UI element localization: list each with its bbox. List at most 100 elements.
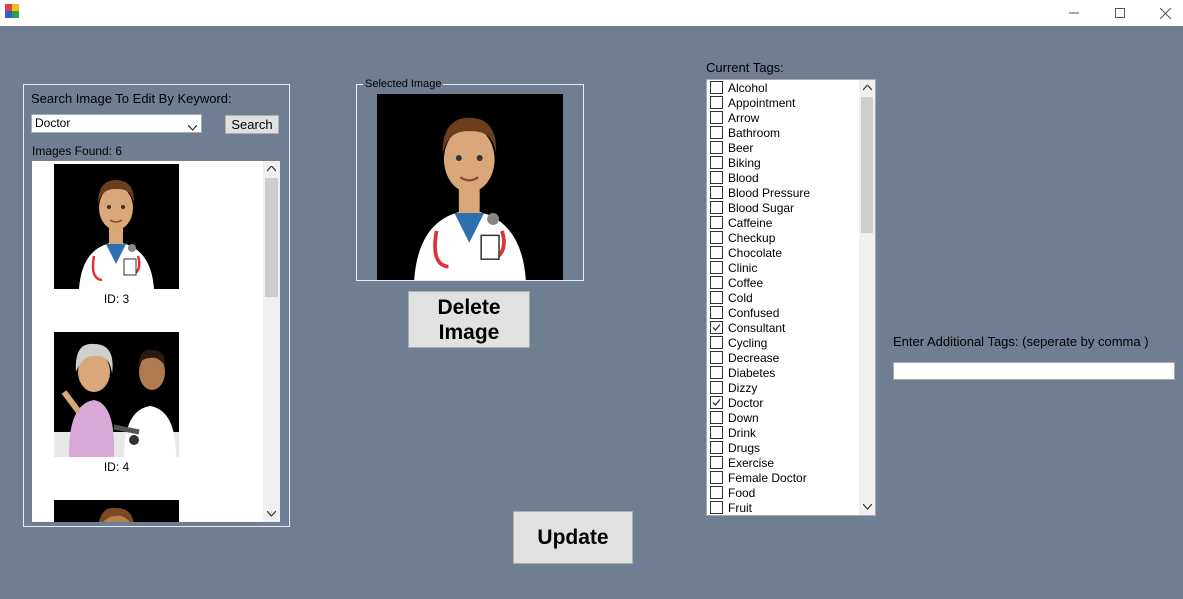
tag-label: Fruit (728, 500, 752, 515)
tag-item[interactable]: Clinic (710, 260, 757, 275)
image-results-list[interactable]: ID: 3 ID: 4 (32, 161, 280, 522)
checkbox[interactable] (710, 306, 723, 319)
keyword-dropdown[interactable]: Doctor (31, 114, 202, 133)
checkbox[interactable] (710, 456, 723, 469)
results-scrollbar[interactable] (263, 161, 280, 522)
scroll-down-icon[interactable] (263, 506, 280, 522)
result-item-3[interactable]: ID: 3 (54, 164, 179, 306)
checkbox[interactable] (710, 291, 723, 304)
minimize-icon[interactable] (1051, 0, 1097, 26)
checkbox[interactable] (710, 231, 723, 244)
result-item-partial[interactable] (54, 500, 179, 522)
tag-label: Clinic (728, 260, 758, 275)
checkbox[interactable] (710, 96, 723, 109)
checkbox[interactable] (710, 111, 723, 124)
doctor-checking-blood-pressure-image[interactable] (54, 332, 179, 457)
tag-label: Checkup (728, 230, 776, 245)
tag-item[interactable]: Decrease (710, 350, 779, 365)
scrollbar-thumb[interactable] (861, 97, 873, 233)
tags-checklist[interactable]: Fruit Food Female Doctor Exercise Drugs Drink… (706, 79, 876, 516)
checkbox[interactable] (710, 141, 723, 154)
tags-scrollbar[interactable] (859, 80, 875, 515)
tag-label: Drink (728, 425, 757, 440)
checkbox[interactable] (710, 201, 723, 214)
tag-label: Beer (728, 140, 754, 155)
delete-image-button[interactable]: Delete Image (408, 291, 530, 348)
tag-label: Decrease (728, 350, 780, 365)
checkbox[interactable] (710, 366, 723, 379)
tag-label: Arrow (728, 110, 760, 125)
scroll-down-icon[interactable] (859, 499, 875, 515)
additional-tags-input[interactable] (893, 362, 1175, 380)
tag-label: Down (728, 410, 759, 425)
checkbox[interactable] (710, 441, 723, 454)
tag-label: Cold (728, 290, 753, 305)
tag-label: Blood Pressure (728, 185, 811, 200)
tag-item[interactable]: Doctor (710, 395, 763, 410)
checkbox[interactable] (710, 276, 723, 289)
tag-item[interactable]: Drink (710, 425, 756, 440)
tag-item[interactable]: Appointment (710, 95, 795, 110)
tag-item[interactable]: Dizzy (710, 380, 757, 395)
tag-item[interactable]: Blood Sugar (710, 200, 794, 215)
checkbox[interactable] (710, 336, 723, 349)
tag-item[interactable]: Arrow (710, 110, 759, 125)
maximize-icon[interactable] (1097, 0, 1143, 26)
checkbox[interactable] (710, 186, 723, 199)
tag-item[interactable]: Coffee (710, 275, 763, 290)
tag-item[interactable]: Blood (710, 170, 759, 185)
chevron-down-icon[interactable] (187, 119, 198, 136)
tag-item[interactable]: Consultant (710, 320, 785, 335)
tag-item[interactable]: Female Doctor (710, 470, 807, 485)
tag-item[interactable]: Food (710, 485, 755, 500)
search-label: Search Image To Edit By Keyword: (31, 91, 232, 106)
tag-item[interactable]: Beer (710, 140, 753, 155)
tag-item[interactable]: Down (710, 410, 759, 425)
tag-item[interactable]: Cold (710, 290, 753, 305)
partial-portrait-image[interactable] (54, 500, 179, 522)
tag-item[interactable]: Diabetes (710, 365, 775, 380)
scroll-up-icon[interactable] (859, 80, 875, 96)
checkbox[interactable] (710, 486, 723, 499)
doctor-portrait-image[interactable] (54, 164, 179, 289)
checkbox[interactable] (710, 156, 723, 169)
checkbox[interactable] (710, 126, 723, 139)
tag-item[interactable]: Bathroom (710, 125, 780, 140)
tag-item[interactable]: Caffeine (710, 215, 772, 230)
checkmark-icon (712, 399, 721, 406)
tag-item[interactable]: Cycling (710, 335, 767, 350)
checkbox[interactable] (710, 411, 723, 424)
checkbox[interactable] (710, 351, 723, 364)
tag-item[interactable]: Checkup (710, 230, 775, 245)
tag-item[interactable]: Confused (710, 305, 779, 320)
checkbox[interactable] (710, 426, 723, 439)
checkbox[interactable] (710, 261, 723, 274)
tag-label: Exercise (728, 455, 775, 470)
checkbox[interactable] (710, 471, 723, 484)
tag-item[interactable]: Chocolate (710, 245, 782, 260)
tag-item[interactable]: Biking (710, 155, 761, 170)
tag-label: Alcohol (728, 80, 768, 95)
checkbox-checked[interactable] (710, 396, 723, 409)
tag-item[interactable]: Exercise (710, 455, 774, 470)
checkbox[interactable] (710, 381, 723, 394)
checkbox[interactable] (710, 171, 723, 184)
selected-image-legend: Selected Image (363, 78, 444, 90)
checkbox-checked[interactable] (710, 321, 723, 334)
tag-item[interactable]: Alcohol (710, 80, 767, 95)
close-icon[interactable] (1142, 0, 1183, 26)
search-button[interactable]: Search (225, 115, 279, 134)
tag-item[interactable]: Drugs (710, 440, 760, 455)
tag-label: Bathroom (728, 125, 781, 140)
scroll-up-icon[interactable] (263, 161, 280, 177)
tag-item[interactable]: Fruit (710, 500, 752, 515)
result-item-4[interactable]: ID: 4 (54, 332, 179, 474)
tag-item[interactable]: Blood Pressure (710, 185, 810, 200)
checkbox[interactable] (710, 216, 723, 229)
tag-label: Cycling (728, 335, 768, 350)
checkbox[interactable] (710, 246, 723, 259)
checkbox[interactable] (710, 501, 723, 514)
update-button[interactable]: Update (513, 511, 633, 564)
checkbox[interactable] (710, 81, 723, 94)
scrollbar-thumb[interactable] (265, 178, 278, 297)
